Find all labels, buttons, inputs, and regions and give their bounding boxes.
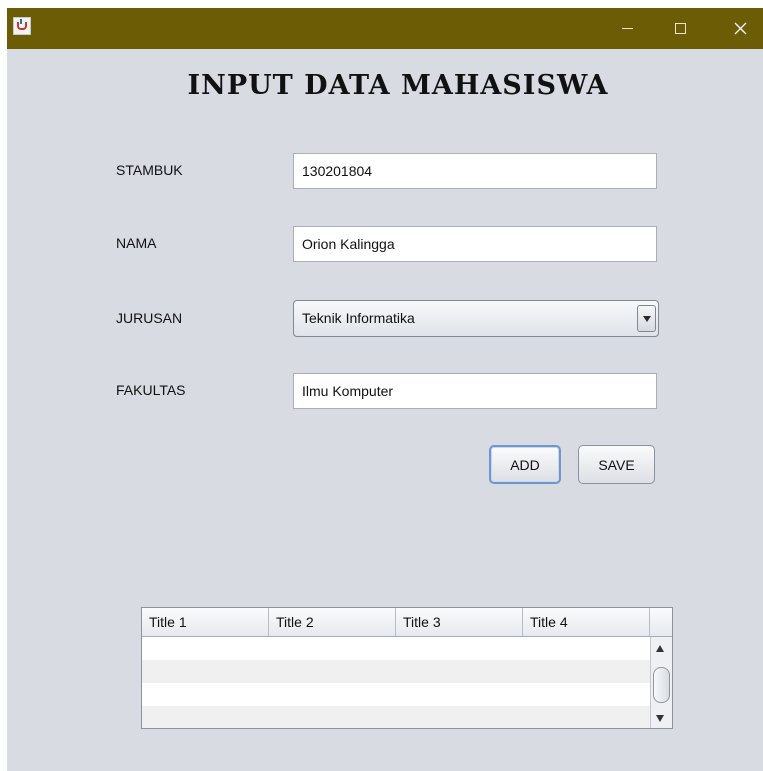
column-header-1[interactable]: Title 1 [142, 608, 269, 636]
maximize-button[interactable] [657, 8, 703, 49]
table-header: Title 1 Title 2 Title 3 Title 4 [142, 608, 672, 637]
header-corner [650, 608, 672, 636]
table-body [142, 637, 650, 728]
nama-field[interactable] [293, 226, 657, 262]
vertical-scrollbar[interactable] [650, 637, 672, 728]
table-row[interactable] [142, 660, 650, 683]
jurusan-dropdown[interactable]: Teknik Informatika [293, 300, 659, 337]
column-header-3[interactable]: Title 3 [396, 608, 523, 636]
add-button[interactable]: ADD [489, 445, 561, 484]
dropdown-arrow-button[interactable] [637, 305, 656, 332]
data-table[interactable]: Title 1 Title 2 Title 3 Title 4 [141, 607, 673, 729]
title-bar[interactable] [7, 8, 763, 49]
minimize-button[interactable] [604, 8, 650, 49]
column-header-4[interactable]: Title 4 [523, 608, 650, 636]
form-heading: INPUT DATA MAHASISWA [187, 70, 609, 101]
table-row[interactable] [142, 637, 650, 660]
scroll-down-icon[interactable] [656, 715, 664, 722]
fakultas-label: FAKULTAS [116, 382, 186, 398]
nama-label: NAMA [116, 235, 157, 251]
close-icon [734, 22, 746, 35]
minimize-icon [621, 28, 633, 29]
scroll-up-icon[interactable] [656, 645, 664, 652]
close-button[interactable] [717, 8, 763, 49]
stambuk-field[interactable] [293, 153, 657, 189]
table-row[interactable] [142, 706, 650, 728]
chevron-down-icon [642, 315, 651, 322]
stambuk-label: STAMBUK [116, 162, 183, 178]
scroll-thumb[interactable] [653, 667, 670, 703]
maximize-icon [674, 23, 686, 34]
save-button[interactable]: SAVE [578, 445, 655, 484]
jurusan-label: JURUSAN [116, 310, 183, 326]
column-header-2[interactable]: Title 2 [269, 608, 396, 636]
jurusan-selected-value: Teknik Informatika [302, 310, 415, 326]
java-app-icon [13, 17, 31, 35]
fakultas-field[interactable] [293, 373, 657, 409]
table-row[interactable] [142, 683, 650, 706]
